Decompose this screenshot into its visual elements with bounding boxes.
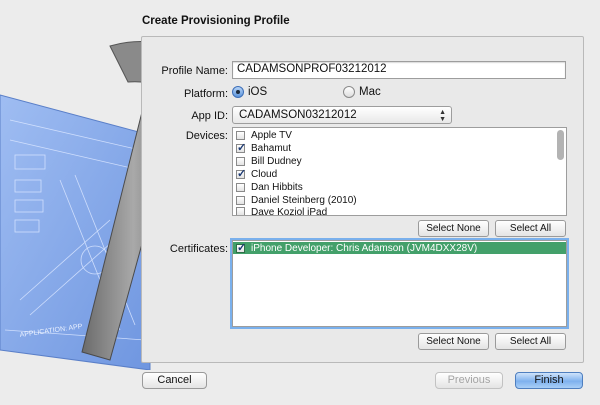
checkbox-checked-icon[interactable] xyxy=(236,141,246,154)
device-row[interactable]: Bahamut xyxy=(233,141,566,155)
certificates-select-none-button[interactable]: Select None xyxy=(418,333,489,350)
certificates-list[interactable]: iPhone Developer: Chris Adamson (JVM4DXX… xyxy=(232,240,567,327)
devices-scrollbar[interactable] xyxy=(557,130,564,160)
device-name: Daniel Steinberg (2010) xyxy=(251,195,357,206)
checkbox-checked-icon[interactable] xyxy=(236,167,246,180)
device-row[interactable]: Apple TV xyxy=(233,129,566,142)
device-name: Dave Koziol iPad xyxy=(251,207,328,215)
device-row[interactable]: Daniel Steinberg (2010) xyxy=(233,194,566,207)
checkbox-checked-icon[interactable] xyxy=(236,241,246,254)
platform-mac-radio[interactable]: Mac xyxy=(343,86,381,98)
checkbox-icon[interactable] xyxy=(236,131,245,140)
checkbox-icon[interactable] xyxy=(236,183,245,192)
radio-unselected-icon xyxy=(343,86,355,98)
devices-label: Devices: xyxy=(185,130,228,142)
app-id-label: App ID: xyxy=(191,110,228,122)
device-name: Cloud xyxy=(251,169,278,180)
certificates-label: Certificates: xyxy=(169,243,228,255)
devices-select-all-button[interactable]: Select All xyxy=(495,220,566,237)
device-row[interactable]: Dan Hibbits xyxy=(233,181,566,194)
popup-arrows-icon: ▲ ▼ xyxy=(439,109,446,123)
checkbox-icon[interactable] xyxy=(236,196,245,205)
radio-selected-icon xyxy=(232,86,244,98)
device-name: Apple TV xyxy=(251,130,292,141)
checkbox-icon[interactable] xyxy=(236,207,245,215)
device-name: Bill Dudney xyxy=(251,156,302,167)
profile-name-field[interactable]: CADAMSONPROF03212012 xyxy=(232,61,566,79)
app-id-popup[interactable]: CADAMSON03212012 ▲ ▼ xyxy=(232,106,452,124)
device-name: Bahamut xyxy=(251,143,292,154)
devices-select-none-button[interactable]: Select None xyxy=(418,220,489,237)
device-row[interactable]: Cloud xyxy=(233,167,566,181)
certificates-select-all-button[interactable]: Select All xyxy=(495,333,566,350)
platform-ios-label: iOS xyxy=(248,86,268,98)
finish-button[interactable]: Finish xyxy=(515,372,583,389)
cancel-button[interactable]: Cancel xyxy=(142,372,207,389)
certificate-name: iPhone Developer: Chris Adamson (JVM4DXX… xyxy=(251,242,478,254)
profile-name-label: Profile Name: xyxy=(161,65,228,77)
previous-button[interactable]: Previous xyxy=(435,372,503,389)
dialog-title: Create Provisioning Profile xyxy=(142,15,290,27)
certificate-row[interactable]: iPhone Developer: Chris Adamson (JVM4DXX… xyxy=(233,241,566,254)
device-row[interactable]: Dave Koziol iPad xyxy=(233,207,566,215)
device-name: Dan Hibbits xyxy=(251,182,303,193)
platform-mac-label: Mac xyxy=(359,86,381,98)
app-id-value: CADAMSON03212012 xyxy=(239,109,357,121)
platform-ios-radio[interactable]: iOS xyxy=(232,86,267,98)
device-row[interactable]: Bill Dudney xyxy=(233,155,566,168)
checkbox-icon[interactable] xyxy=(236,157,245,166)
platform-label: Platform: xyxy=(183,88,228,100)
devices-list[interactable]: Apple TV Bahamut Bill Dudney Cloud Dan H… xyxy=(232,127,567,216)
